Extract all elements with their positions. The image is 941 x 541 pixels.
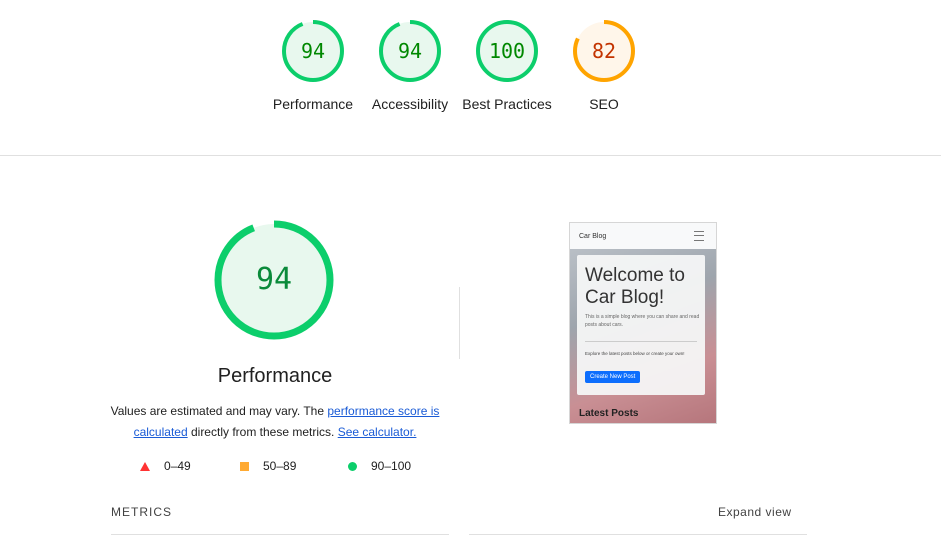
screenshot-lead: This is a simple blog where you can shar… [585, 314, 700, 328]
screenshot-latest-posts: Latest Posts [579, 408, 639, 419]
performance-gauge: 94 [212, 218, 336, 342]
vertical-divider [459, 287, 460, 359]
performance-description: Values are estimated and may vary. The p… [110, 401, 440, 443]
gauge-ring: 82 [571, 18, 637, 84]
description-text: Values are estimated and may vary. The [110, 404, 328, 418]
hamburger-icon [694, 231, 704, 241]
gauge-ring: 100 [474, 18, 540, 84]
legend-pass: 90–100 [348, 459, 411, 473]
gauge-label: Accessibility [371, 96, 449, 112]
gauge-performance[interactable]: 94 Performance [263, 18, 363, 114]
gauge-seo[interactable]: 82 SEO [554, 18, 654, 114]
gauge-accessibility[interactable]: 94 Accessibility [360, 18, 460, 114]
screenshot-navbar: Car Blog [570, 223, 716, 249]
gauge-best-practices[interactable]: 100 Best Practices [457, 18, 557, 114]
gauge-label: Best Practices [462, 96, 552, 112]
expand-view-button[interactable]: Expand view [718, 505, 792, 519]
legend-range: 0–49 [164, 459, 191, 473]
legend-average: 50–89 [240, 459, 296, 473]
performance-title: Performance [217, 365, 333, 387]
page-screenshot[interactable]: Car Blog Welcome to Car Blog! This is a … [569, 222, 717, 424]
category-gauges: 94 Performance 94 Accessibility 100 Best… [0, 0, 941, 156]
gauge-label: Performance [272, 96, 354, 112]
see-calculator-link[interactable]: See calculator. [338, 425, 417, 439]
gauge-score: 94 [300, 39, 326, 63]
screenshot-hero: Welcome to Car Blog! This is a simple bl… [570, 249, 716, 423]
gauge-score: 82 [591, 39, 617, 63]
circle-icon [348, 461, 357, 471]
screenshot-create-post-button: Create New Post [585, 371, 641, 383]
triangle-icon [140, 461, 150, 471]
performance-score: 94 [255, 262, 293, 297]
metrics-divider [111, 534, 449, 535]
gauge-score: 100 [488, 39, 526, 63]
metrics-divider [469, 534, 807, 535]
legend-fail: 0–49 [140, 459, 191, 473]
screenshot-divider [585, 341, 697, 342]
gauge-ring: 94 [377, 18, 443, 84]
legend-range: 90–100 [371, 459, 412, 473]
screenshot-heading: Welcome to Car Blog! [585, 265, 685, 308]
square-icon [240, 461, 249, 471]
gauge-score: 94 [397, 39, 423, 63]
screenshot-small-text: Explore the latest posts below or create… [585, 351, 685, 356]
metrics-heading: METRICS [111, 505, 172, 519]
description-text: directly from these metrics. [187, 425, 338, 439]
gauge-ring: 94 [280, 18, 346, 84]
screenshot-brand: Car Blog [579, 233, 607, 240]
screenshot-card: Welcome to Car Blog! This is a simple bl… [577, 255, 705, 395]
gauge-label: SEO [589, 96, 619, 112]
legend-range: 50–89 [263, 459, 297, 473]
